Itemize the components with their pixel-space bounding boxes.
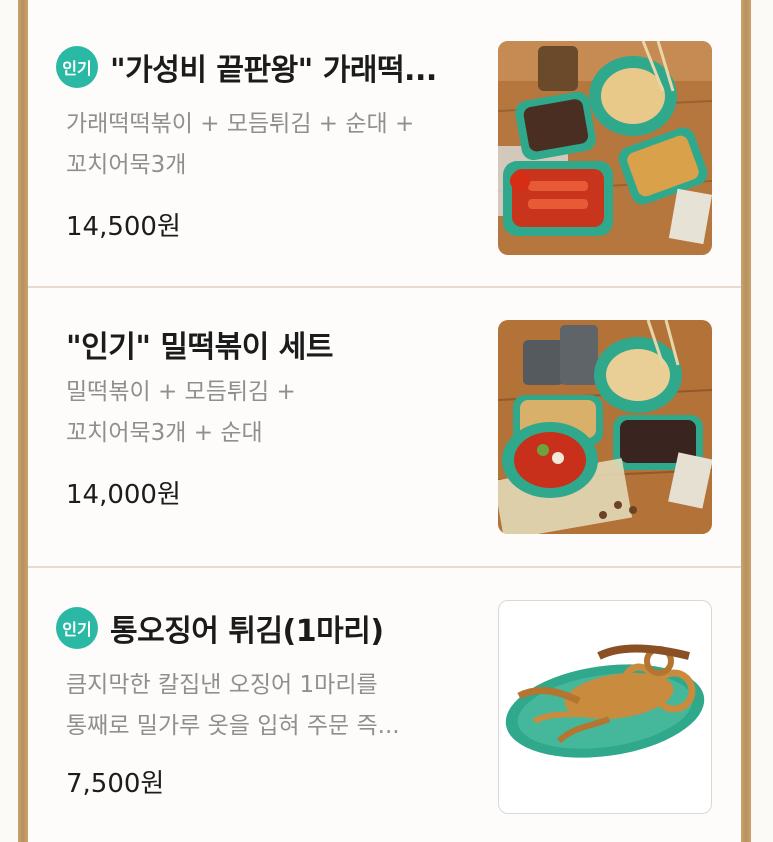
food-photo-mil-tteokbokki-set — [498, 320, 712, 534]
menu-item-description-line: 밀떡볶이 + 모듬튀김 + — [66, 379, 296, 405]
menu-item-title-row: "인기" 밀떡볶이 세트 — [66, 322, 333, 366]
menu-item-photo[interactable] — [498, 41, 712, 255]
popular-badge: 인기 — [56, 607, 98, 649]
menu-item-title-row: 인기 "가성비 끝판왕" 가래떡... — [56, 45, 437, 89]
menu-item-price: 7,500원 — [66, 769, 165, 799]
menu-item-description-line: 가래떡떡볶이 + 모듬튀김 + 순대 + — [66, 111, 415, 137]
menu-list-screen: 인기 "가성비 끝판왕" 가래떡... 가래떡떡볶이 + 모듬튀김 + 순대 +… — [0, 0, 773, 842]
food-photo-squid-fry — [505, 644, 705, 758]
menu-item-description: 밀떡볶이 + 모듬튀김 + 꼬치어묵3개 + 순대 — [66, 372, 476, 454]
menu-item-description-line: 큼지막한 칼집낸 오징어 1마리를 — [66, 672, 378, 698]
frame-border-right — [741, 0, 751, 842]
menu-item-title[interactable]: 통오징어 튀김(1마리) — [110, 606, 384, 650]
menu-item-description: 가래떡떡볶이 + 모듬튀김 + 순대 + 꼬치어묵3개 — [66, 104, 476, 186]
menu-item-price: 14,000원 — [66, 480, 181, 510]
menu-item-description-line: 꼬치어묵3개 + 순대 — [66, 420, 263, 446]
menu-item-description-line: 꼬치어묵3개 — [66, 152, 187, 178]
menu-item-price: 14,500원 — [66, 212, 181, 242]
frame-border-left — [18, 0, 28, 842]
menu-item-photo[interactable] — [498, 600, 712, 814]
menu-item-title[interactable]: "인기" 밀떡볶이 세트 — [66, 322, 333, 366]
menu-item-title-row: 인기 통오징어 튀김(1마리) — [56, 606, 384, 650]
menu-item-description: 큼지막한 칼집낸 오징어 1마리를 통째로 밀가루 옷을 입혀 주문 즉... — [66, 665, 476, 747]
popular-badge: 인기 — [56, 46, 98, 88]
menu-item-title[interactable]: "가성비 끝판왕" 가래떡... — [110, 45, 437, 89]
menu-item-description-line: 통째로 밀가루 옷을 입혀 주문 즉... — [66, 713, 400, 739]
menu-item-photo[interactable] — [498, 320, 712, 534]
food-photo-tteokbokki-set — [498, 41, 712, 255]
